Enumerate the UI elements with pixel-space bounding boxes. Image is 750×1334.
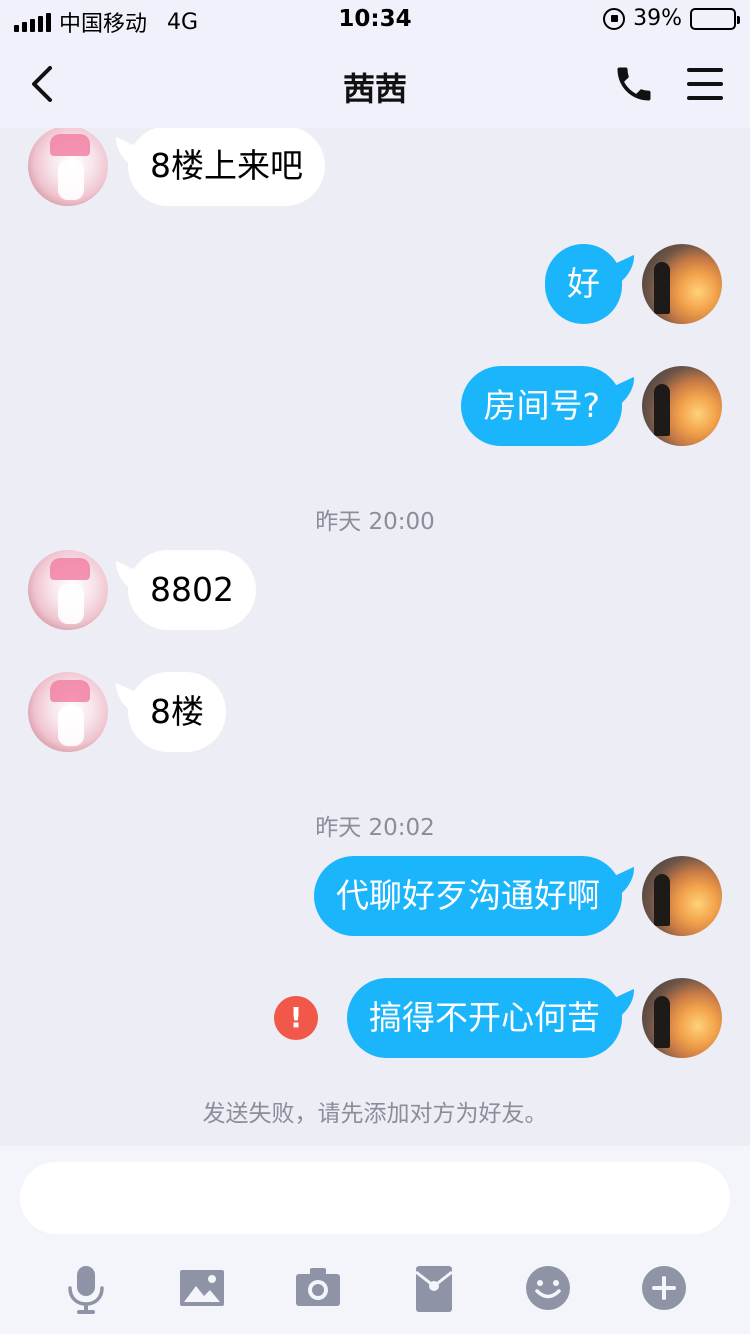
hamburger-menu-icon [684,64,726,100]
my-avatar[interactable] [642,978,722,1058]
input-toolbar [0,1258,750,1318]
voice-button[interactable] [56,1258,116,1318]
nav-bar: 茜茜 [0,40,750,128]
emoji-icon [526,1266,570,1310]
message-list[interactable]: 8楼上来吧 好 房间号? 昨天 20:00 8802 8楼 昨天 20:02 代… [0,128,750,1146]
outgoing-message-bubble[interactable]: 代聊好歹沟通好啊 [314,856,622,936]
battery-percent: 39% [633,6,682,31]
my-avatar[interactable] [642,856,722,936]
microphone-icon [68,1266,104,1314]
contact-avatar[interactable] [28,550,108,630]
message-row: 好 [0,242,750,326]
message-row: 代聊好歹沟通好啊 [0,854,750,938]
phone-icon [617,67,651,101]
battery-icon [690,7,740,30]
menu-button[interactable] [684,64,726,104]
status-bar: 中国移动 4G 10:34 39% [0,0,750,40]
my-avatar[interactable] [642,244,722,324]
plus-icon [642,1266,686,1310]
camera-icon [296,1268,340,1306]
contact-avatar[interactable] [28,672,108,752]
message-row: 8802 [0,548,750,632]
message-row: 8楼 [0,670,750,754]
incoming-message-bubble[interactable]: 8楼上来吧 [128,128,325,206]
message-row: 8楼上来吧 [0,128,750,208]
outgoing-message-bubble[interactable]: 搞得不开心何苦 [347,978,622,1058]
red-packet-button[interactable] [404,1258,464,1318]
my-avatar[interactable] [642,366,722,446]
red-packet-icon [415,1266,453,1312]
timestamp-divider: 昨天 20:00 [315,509,435,535]
contact-avatar[interactable] [28,128,108,206]
camera-button[interactable] [288,1258,348,1318]
send-failed-icon[interactable]: ! [274,996,318,1040]
input-bar [0,1146,750,1334]
back-button[interactable] [22,60,66,108]
outgoing-message-bubble[interactable]: 房间号? [461,366,622,446]
incoming-message-bubble[interactable]: 8802 [128,550,256,630]
message-row: ! 搞得不开心何苦 [0,976,750,1060]
status-right: 39% [603,6,740,31]
send-failed-notice: 发送失败，请先添加对方为好友。 [202,1101,548,1127]
album-button[interactable] [172,1258,232,1318]
image-icon [180,1270,224,1306]
rotation-lock-icon [603,7,626,30]
message-row: 房间号? [0,364,750,448]
more-button[interactable] [634,1258,694,1318]
message-input[interactable] [20,1162,730,1234]
timestamp-divider: 昨天 20:02 [315,815,435,841]
outgoing-message-bubble[interactable]: 好 [545,244,622,324]
incoming-message-bubble[interactable]: 8楼 [128,672,226,752]
chevron-left-icon [32,66,52,102]
emoji-button[interactable] [518,1258,578,1318]
chat-screen: 中国移动 4G 10:34 39% 茜茜 8楼上来吧 好 房间号? 昨天 20:… [0,0,750,1334]
call-button[interactable] [612,62,656,106]
